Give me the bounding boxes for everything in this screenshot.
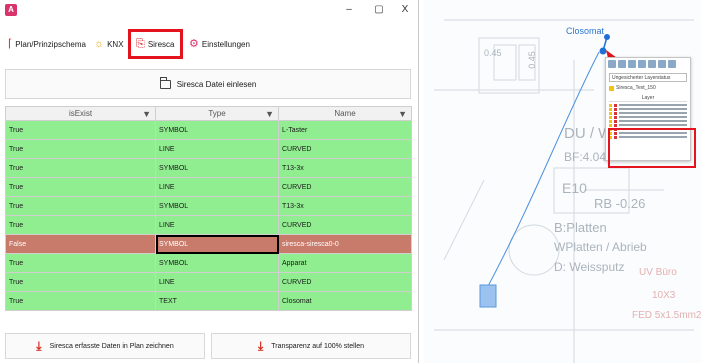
plan-icon: ⌈ xyxy=(8,37,13,50)
siresca-plugin-window: A – ▢ X ⌈ Plan/Prinzipschema ☼ KNX ⎘ Sir… xyxy=(0,0,419,363)
maximize-button[interactable]: ▢ xyxy=(370,3,388,17)
tab-label: Einstellungen xyxy=(201,39,250,49)
room-label: RB -0.26 xyxy=(594,196,646,211)
close-button[interactable]: X xyxy=(396,3,414,17)
room-label: UV Büro xyxy=(639,267,677,278)
table-row[interactable]: True LINE CURVED xyxy=(5,139,412,159)
layer-list-header: Layer xyxy=(609,95,687,102)
layer-tool-icon[interactable] xyxy=(628,60,636,68)
tab-bar: ⌈ Plan/Prinzipschema ☼ KNX ⎘ Siresca ⚙ E… xyxy=(6,29,406,59)
layer-toolbar xyxy=(606,58,690,72)
selected-cell[interactable]: SYMBOL xyxy=(155,234,279,254)
layer-color-swatch xyxy=(609,86,614,91)
draw-data-in-plan-button[interactable]: ⤓ Siresca erfasste Daten in Plan zeichne… xyxy=(5,333,205,359)
tab-einstellungen[interactable]: ⚙ Einstellungen xyxy=(189,33,250,55)
table-row[interactable]: True LINE CURVED xyxy=(5,215,412,235)
dimension-label: 0.45 xyxy=(526,51,537,69)
column-header-type[interactable]: Type ▼ xyxy=(155,106,279,121)
arrow-down-icon: ⤓ xyxy=(36,339,42,353)
table-row[interactable]: True SYMBOL T13-3x xyxy=(5,158,412,178)
tab-siresca[interactable]: ⎘ Siresca xyxy=(128,29,183,59)
tab-label: KNX xyxy=(107,39,124,49)
room-label: WPlatten / Abrieb xyxy=(554,240,647,254)
dimension-label: 0.45 xyxy=(484,48,502,58)
tab-label: Siresca xyxy=(147,39,175,49)
highlight-box xyxy=(608,128,696,168)
column-header-name[interactable]: Name ▼ xyxy=(278,106,412,121)
room-label: 10X3 xyxy=(652,290,676,301)
title-bar: A – ▢ X xyxy=(0,0,418,22)
folder-icon xyxy=(159,76,171,89)
read-button-label: Siresca Datei einlesen xyxy=(176,79,257,89)
filter-icon[interactable]: ▼ xyxy=(142,109,151,119)
layer-tool-icon[interactable] xyxy=(638,60,646,68)
layer-tool-icon[interactable] xyxy=(648,60,656,68)
closomat-text[interactable]: Closomat xyxy=(566,26,604,36)
table-row[interactable]: True SYMBOL Apparat xyxy=(5,253,412,273)
minimize-button[interactable]: – xyxy=(340,3,358,17)
arrow-down-icon: ⤓ xyxy=(257,339,264,353)
knx-icon: ☼ xyxy=(94,37,105,50)
filter-icon[interactable]: ▼ xyxy=(398,109,407,119)
set-transparency-button[interactable]: ⤓ Transparenz auf 100% stellen xyxy=(211,333,411,359)
layer-tool-icon[interactable] xyxy=(618,60,626,68)
app-logo-icon: A xyxy=(5,4,17,16)
table-row[interactable]: True TEXT Closomat xyxy=(5,291,412,311)
tab-plan-prinzipschema[interactable]: ⌈ Plan/Prinzipschema xyxy=(8,33,86,55)
tab-label: Plan/Prinzipschema xyxy=(15,39,86,49)
table-row[interactable]: True SYMBOL T13-3x xyxy=(5,196,412,216)
layer-panel[interactable]: Ungesicherter Layerstatus Siresca_Text_1… xyxy=(605,57,696,168)
table-row[interactable]: True SYMBOL L-Taster xyxy=(5,120,412,140)
read-siresca-file-button[interactable]: Siresca Datei einlesen xyxy=(5,69,411,99)
tab-knx[interactable]: ☼ KNX xyxy=(94,33,124,55)
layer-status-dropdown[interactable]: Ungesicherter Layerstatus xyxy=(609,73,687,82)
table-row[interactable]: True LINE CURVED xyxy=(5,272,412,292)
filter-icon[interactable]: ▼ xyxy=(265,109,274,119)
pdf-icon: ⎘ xyxy=(136,37,145,50)
room-label: FED 5x1.5mm2 xyxy=(632,310,701,321)
layer-tool-icon[interactable] xyxy=(668,60,676,68)
settings-icon: ⚙ xyxy=(189,37,199,50)
column-header-isexist[interactable]: isExist ▼ xyxy=(5,106,156,121)
cad-drawing-canvas[interactable]: Closomat 0.45 0.45 DU / W BF:4.04 E10 RB… xyxy=(424,0,701,363)
cable-curve[interactable] xyxy=(485,51,600,291)
apparat-symbol[interactable] xyxy=(479,284,497,308)
room-label: E10 xyxy=(562,180,587,196)
layer-tool-icon[interactable] xyxy=(658,60,666,68)
layer-tool-icon[interactable] xyxy=(608,60,616,68)
bottom-action-bar: ⤓ Siresca erfasste Daten in Plan zeichne… xyxy=(5,333,411,359)
room-label: B:Platten xyxy=(554,220,607,235)
room-label: D: Weissputz xyxy=(554,260,625,274)
siresca-data-table: isExist ▼ Type ▼ Name ▼ True SYMBOL L-Taster … xyxy=(5,106,412,311)
room-label: BF:4.04 xyxy=(564,150,607,164)
table-header-row: isExist ▼ Type ▼ Name ▼ xyxy=(5,106,412,121)
table-row[interactable]: True LINE CURVED xyxy=(5,177,412,197)
current-layer-dropdown[interactable]: Siresca_Text_150 xyxy=(609,84,687,93)
table-row-missing[interactable]: False SYMBOL siresca-siresca0-0 xyxy=(5,234,412,254)
